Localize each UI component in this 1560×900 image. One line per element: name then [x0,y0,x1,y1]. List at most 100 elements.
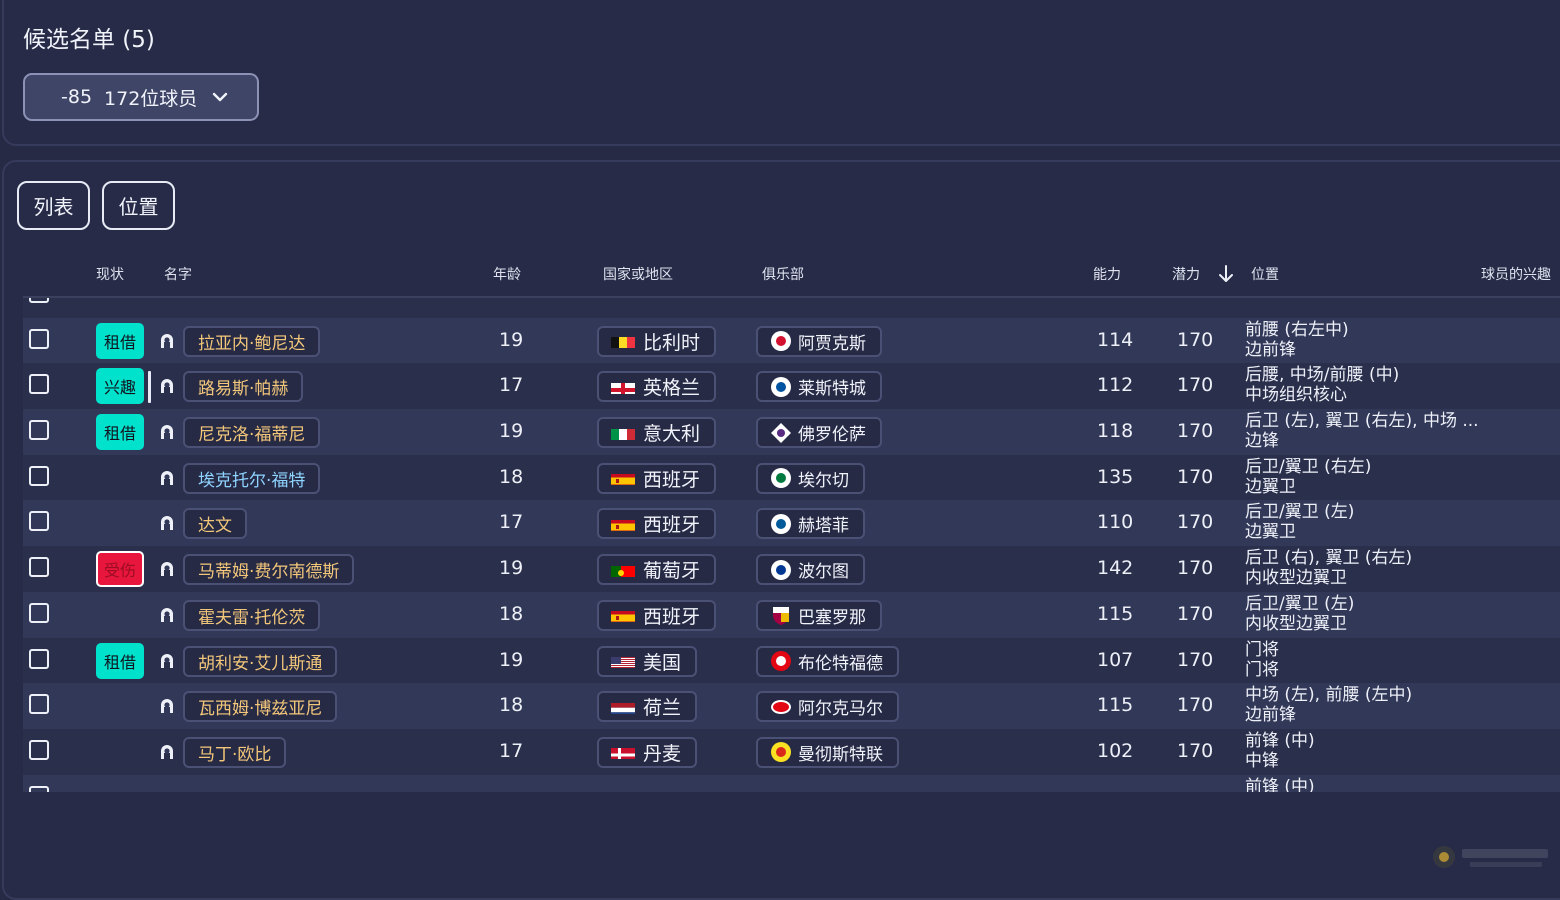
table-row[interactable]: 租借 尼克洛·福蒂尼 19 意大利 佛罗伦萨 118 170 后卫 (左), 翼卫 (右左),… [23,409,1560,455]
sort-down-arrow-icon[interactable] [1216,264,1236,284]
row-checkbox[interactable] [29,602,49,623]
nation-flag-icon [611,517,635,531]
table-row[interactable]: 马丁·欧比 17 丹麦 曼彻斯特联 102 170 前锋 (中) 中锋 [23,728,1560,775]
table-row[interactable]: 受伤 马蒂姆·费尔南德斯 19 葡萄牙 波尔图 142 170 后卫 (右), 翼卫 (右左)… [23,546,1560,592]
player-position: 前锋 (中) 中锋 [1245,731,1315,771]
status-badge[interactable]: 租借 [96,642,144,679]
nation-link[interactable]: 比利时 [597,325,717,357]
club-link[interactable]: 赫塔菲 [756,508,865,540]
club-link[interactable]: 阿贾克斯 [756,325,882,357]
person-icon[interactable] [159,424,175,440]
player-name-link[interactable]: 达文 [183,508,247,540]
table-row[interactable]: 租借 胡利安·艾儿斯通 19 美国 布伦特福德 107 170 门将 门将 [23,637,1560,684]
player-potential: 170 [1177,694,1214,717]
player-potential: 170 [1177,511,1214,534]
person-icon[interactable] [159,744,175,760]
person-icon[interactable] [159,378,175,394]
player-table[interactable]: 靠前边翼卫租借拉亚内·鲍尼达19比利时阿贾克斯114170前腰 (右左中)边前锋… [23,298,1560,792]
column-header-club[interactable]: 俱乐部 [762,264,804,284]
club-link[interactable]: 埃尔切 [756,462,865,494]
column-header-ability[interactable]: 能力 [1093,264,1121,284]
row-checkbox[interactable] [29,694,49,715]
row-checkbox[interactable] [29,739,49,760]
position-view-button[interactable]: 位置 [102,181,175,230]
row-checkbox[interactable] [29,648,49,669]
table-row[interactable]: 霍夫雷·托伦茨 18 西班牙 巴塞罗那 115 170 后卫/翼卫 (左) 内收型边翼卫 [23,591,1560,638]
row-checkbox[interactable] [29,511,49,532]
player-ability: 115 [1097,694,1134,717]
club-link[interactable]: 阿尔克马尔 [756,691,899,723]
club-crest-icon [770,330,798,352]
table-row[interactable]: 租借 拉亚内·鲍尼达 19 比利时 阿贾克斯 114 170 前腰 (右左中) 边前锋 [23,317,1560,364]
club-link[interactable]: 波尔图 [756,554,865,586]
row-checkbox[interactable] [29,298,49,303]
club-link[interactable]: 曼彻斯特联 [756,736,899,768]
nation-link[interactable]: 西班牙 [597,462,717,494]
person-icon[interactable] [159,561,175,577]
nation-link[interactable]: 葡萄牙 [597,554,717,586]
column-header-interest[interactable]: 球员的兴趣 [1481,264,1551,284]
status-badge[interactable]: 租借 [96,414,144,451]
status-badge[interactable]: 兴趣 [96,368,144,405]
nation-link[interactable]: 美国 [597,645,698,677]
player-ability: 135 [1097,465,1134,488]
status-badge[interactable]: 受伤 [96,551,144,588]
position-role: 边前锋 [1245,705,1296,726]
row-checkbox[interactable] [29,557,49,578]
column-header-name[interactable]: 名字 [164,264,192,284]
player-filter-dropdown[interactable]: -85 172位球员 [23,73,259,121]
nation-link[interactable]: 丹麦 [597,736,698,768]
player-name-link[interactable]: 尼克洛·福蒂尼 [183,417,321,449]
player-name-link[interactable]: 胡利安·艾儿斯通 [183,645,338,677]
nation-link[interactable]: 意大利 [597,417,717,449]
player-potential: 170 [1177,328,1214,351]
player-potential: 170 [1177,648,1214,671]
person-icon[interactable] [159,470,175,486]
club-link[interactable]: 布伦特福德 [756,645,899,677]
row-checkbox[interactable] [29,465,49,486]
player-name-link[interactable]: 拉亚内·鲍尼达 [183,325,321,357]
table-row[interactable]: 靠前边翼卫 [23,298,1560,318]
player-position: 后卫/翼卫 (右左) 边翼卫 [1245,457,1371,497]
column-header-age[interactable]: 年龄 [493,264,521,284]
player-name-link[interactable]: 霍夫雷·托伦茨 [183,599,321,631]
nation-link[interactable]: 英格兰 [597,371,717,403]
nation-link[interactable]: 荷兰 [597,691,698,723]
table-row[interactable]: 达文 17 西班牙 赫塔菲 110 170 后卫/翼卫 (左) 边翼卫 [23,500,1560,547]
club-link[interactable]: 巴塞罗那 [756,599,882,631]
column-header-potential[interactable]: 潜力 [1172,264,1200,284]
column-header-position[interactable]: 位置 [1251,264,1279,284]
player-name-link[interactable]: 路易斯·帕赫 [183,371,304,403]
player-name-link[interactable]: 马丁·欧比 [183,736,287,768]
column-header-status[interactable]: 现状 [96,264,124,284]
club-link[interactable]: 莱斯特城 [756,371,882,403]
table-row[interactable]: 埃克托尔·福特 18 西班牙 埃尔切 135 170 后卫/翼卫 (右左) 边翼卫 [23,454,1560,501]
row-checkbox[interactable] [29,785,49,792]
chevron-down-icon [213,92,228,102]
nation-link[interactable]: 西班牙 [597,599,717,631]
position-role: 中场组织核心 [1245,385,1347,406]
list-view-button[interactable]: 列表 [17,181,90,230]
person-icon[interactable] [159,333,175,349]
person-icon[interactable] [159,653,175,669]
nation-link[interactable]: 西班牙 [597,508,717,540]
column-header-nation[interactable]: 国家或地区 [603,264,673,284]
person-icon[interactable] [159,698,175,714]
player-potential: 170 [1177,374,1214,397]
person-icon[interactable] [159,607,175,623]
status-badge[interactable]: 租借 [96,322,144,359]
club-link[interactable]: 佛罗伦萨 [756,417,882,449]
row-checkbox[interactable] [29,328,49,349]
table-row[interactable]: 瓦西姆·博兹亚尼 18 荷兰 阿尔克马尔 115 170 中场 (左), 前腰 (左中) 边前… [23,683,1560,729]
player-name-link[interactable]: 瓦西姆·博兹亚尼 [183,691,338,723]
player-name-link[interactable]: 埃克托尔·福特 [183,462,321,494]
row-checkbox[interactable] [29,420,49,441]
player-position: 后腰, 中场/前腰 (中) 中场组织核心 [1245,365,1399,405]
table-row[interactable]: 兴趣 路易斯·帕赫 17 英格兰 莱斯特城 112 170 后腰, 中场/前腰 (中) 中场组织… [23,363,1560,410]
person-icon[interactable] [159,515,175,531]
row-checkbox[interactable] [29,374,49,395]
player-potential: 170 [1177,739,1214,762]
player-ability: 110 [1097,511,1134,534]
table-row[interactable]: 前锋 (中) [23,774,1560,792]
player-name-link[interactable]: 马蒂姆·费尔南德斯 [183,554,355,586]
